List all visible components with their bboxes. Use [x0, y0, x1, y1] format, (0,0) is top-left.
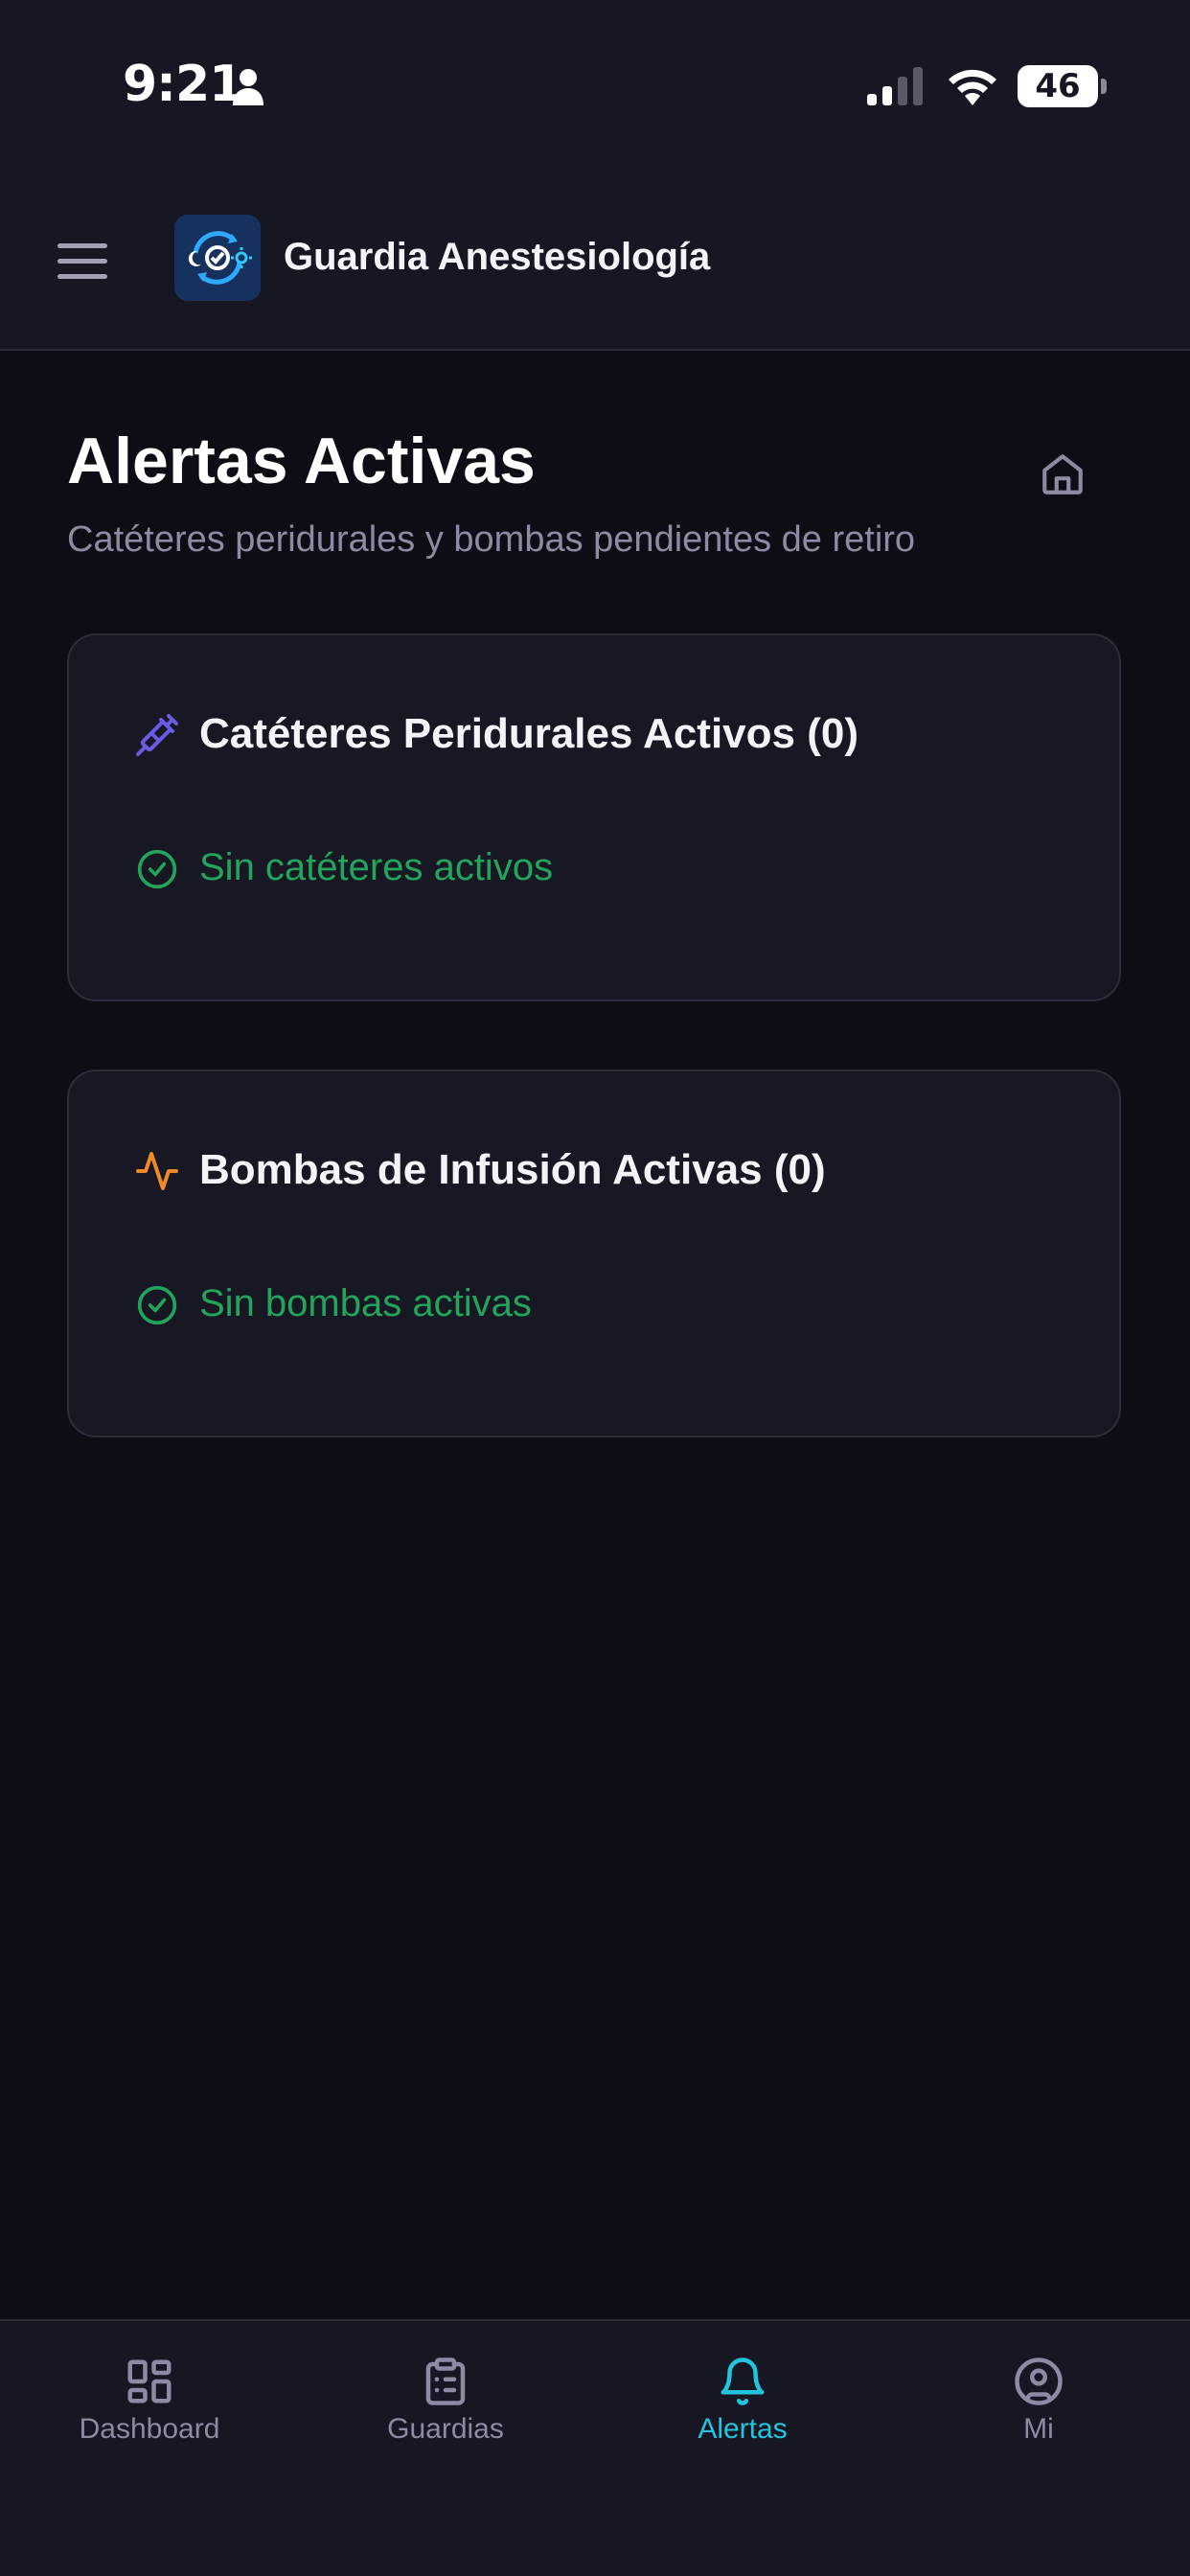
- menu-button[interactable]: [54, 236, 111, 284]
- page-title: Alertas Activas: [67, 425, 536, 497]
- nav-label-dashboard: Dashboard: [79, 2413, 220, 2445]
- app-title: Guardia Anestesiología: [284, 236, 711, 278]
- wifi-icon: [949, 69, 996, 105]
- check-circle-icon: [137, 849, 177, 889]
- status-bar: 9:21 46: [0, 0, 1190, 172]
- user-circle-icon: [1015, 2358, 1063, 2405]
- nav-label-guardias: Guardias: [387, 2413, 504, 2445]
- syringe-icon: [136, 714, 178, 756]
- person-icon: [233, 69, 263, 105]
- dashboard-icon: [127, 2359, 172, 2404]
- nav-item-dashboard[interactable]: Dashboard: [44, 2356, 255, 2461]
- app-logo-icon: [174, 215, 261, 301]
- nav-item-alertas[interactable]: Alertas: [637, 2356, 848, 2461]
- catheters-card-title: Catéteres Peridurales Activos (0): [199, 710, 858, 757]
- battery-indicator: 46: [1018, 65, 1098, 107]
- bottom-navigation: Dashboard Guardias Alertas Mi: [0, 2319, 1190, 2576]
- infusion-pumps-card-title: Bombas de Infusión Activas (0): [199, 1146, 826, 1193]
- infusion-pumps-empty-status: Sin bombas activas: [199, 1282, 532, 1324]
- home-button[interactable]: [1039, 450, 1087, 498]
- clipboard-icon: [425, 2358, 466, 2405]
- nav-label-mi: Mi: [1023, 2413, 1054, 2445]
- app-logo: [174, 215, 261, 301]
- battery-nub: [1101, 79, 1107, 94]
- catheters-card: Catéteres Peridurales Activos (0) Sin ca…: [67, 633, 1121, 1001]
- activity-icon: [136, 1152, 178, 1190]
- bell-icon: [721, 2358, 765, 2405]
- home-icon: [1042, 454, 1083, 494]
- nav-item-guardias[interactable]: Guardias: [340, 2356, 551, 2461]
- page-subtitle: Catéteres peridurales y bombas pendiente…: [67, 519, 916, 560]
- nav-label-alertas: Alertas: [698, 2413, 788, 2445]
- infusion-pumps-card: Bombas de Infusión Activas (0) Sin bomba…: [67, 1070, 1121, 1438]
- check-circle-icon: [137, 1285, 177, 1325]
- cellular-signal-icon: [867, 67, 923, 105]
- battery-percentage: 46: [1035, 67, 1081, 105]
- catheters-empty-status: Sin catéteres activos: [199, 846, 554, 888]
- app-header: Guardia Anestesiología: [0, 172, 1190, 351]
- nav-item-mi[interactable]: Mi: [933, 2356, 1144, 2461]
- status-time: 9:21: [123, 56, 243, 113]
